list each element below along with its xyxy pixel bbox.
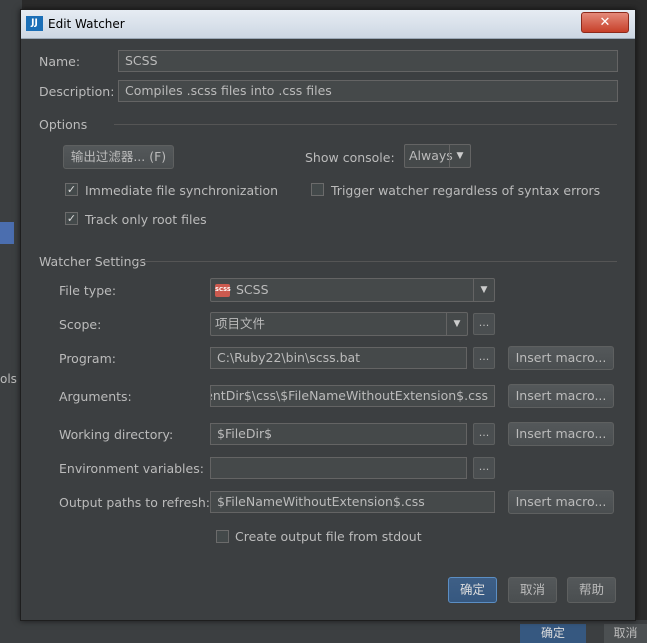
create-output-label: Create output file from stdout — [235, 529, 422, 544]
ide-selection-strip — [0, 222, 14, 244]
options-separator — [114, 124, 617, 125]
chevron-down-icon: ▼ — [449, 145, 470, 167]
edit-watcher-dialog: JJ Edit Watcher ✕ Name: SCSS Description… — [20, 9, 636, 621]
trigger-regardless-checkbox[interactable] — [311, 183, 324, 196]
program-insert-macro-button[interactable]: Insert macro... — [508, 346, 614, 370]
arguments-field[interactable]: arentDir$\css\$FileNameWithoutExtension$… — [210, 385, 495, 407]
program-browse-button[interactable]: ... — [473, 347, 495, 369]
working-directory-insert-macro-button[interactable]: Insert macro... — [508, 422, 614, 446]
show-console-select[interactable]: Always ▼ — [404, 144, 471, 168]
working-directory-label: Working directory: — [59, 427, 174, 442]
working-directory-field[interactable]: $FileDir$ — [210, 423, 467, 445]
output-paths-label: Output paths to refresh: — [59, 495, 210, 510]
watcher-settings-separator — [137, 261, 617, 262]
immediate-sync-checkbox[interactable]: ✓ — [65, 183, 78, 196]
watcher-settings-header: Watcher Settings — [39, 254, 146, 269]
ok-button[interactable]: 确定 — [448, 577, 497, 603]
track-root-label: Track only root files — [85, 212, 207, 227]
create-output-checkbox[interactable] — [216, 530, 229, 543]
dialog-title: Edit Watcher — [48, 17, 125, 31]
scope-label: Scope: — [59, 317, 102, 332]
file-type-label: File type: — [59, 283, 117, 298]
help-button[interactable]: 帮助 — [567, 577, 616, 603]
program-field[interactable]: C:\Ruby22\bin\scss.bat — [210, 347, 467, 369]
working-directory-browse-button[interactable]: ... — [473, 423, 495, 445]
file-type-select[interactable]: SCSS SCSS ▼ — [210, 278, 495, 302]
arguments-insert-macro-button[interactable]: Insert macro... — [508, 384, 614, 408]
close-button[interactable]: ✕ — [581, 12, 629, 33]
scope-select[interactable]: 项目文件 ▼ — [210, 312, 468, 336]
ide-background-text: ols — [0, 372, 17, 386]
output-paths-field[interactable]: $FileNameWithoutExtension$.css — [210, 491, 495, 513]
background-cancel-button[interactable]: 取消 — [604, 624, 647, 643]
intellij-app-icon: JJ — [26, 16, 43, 31]
scss-file-icon: SCSS — [215, 284, 231, 297]
description-label: Description: — [39, 84, 115, 99]
name-field[interactable]: SCSS — [118, 50, 618, 72]
environment-variables-field[interactable] — [210, 457, 467, 479]
arguments-label: Arguments: — [59, 389, 132, 404]
dialog-titlebar[interactable]: JJ Edit Watcher ✕ — [21, 10, 635, 39]
scope-browse-button[interactable]: ... — [473, 313, 495, 335]
cancel-button[interactable]: 取消 — [508, 577, 557, 603]
ide-background-panel — [0, 0, 22, 643]
immediate-sync-label: Immediate file synchronization — [85, 183, 279, 198]
arguments-value: arentDir$\css\$FileNameWithoutExtension$… — [210, 388, 488, 403]
scope-value: 项目文件 — [215, 316, 266, 331]
chevron-down-icon: ▼ — [473, 279, 494, 301]
track-root-checkbox[interactable]: ✓ — [65, 212, 78, 225]
chevron-down-icon: ▼ — [446, 313, 467, 335]
description-field[interactable]: Compiles .scss files into .css files — [118, 80, 618, 102]
name-label: Name: — [39, 54, 81, 69]
options-header: Options — [39, 117, 88, 132]
show-console-label: Show console: — [305, 150, 395, 165]
show-console-value: Always — [409, 148, 453, 163]
environment-variables-label: Environment variables: — [59, 461, 204, 476]
program-label: Program: — [59, 351, 116, 366]
output-paths-insert-macro-button[interactable]: Insert macro... — [508, 490, 614, 514]
environment-variables-browse-button[interactable]: ... — [473, 457, 495, 479]
file-type-value: SCSS — [236, 282, 269, 297]
output-filters-button[interactable]: 输出过滤器... (F) — [63, 145, 174, 169]
background-ok-button[interactable]: 确定 — [520, 624, 586, 643]
trigger-regardless-label: Trigger watcher regardless of syntax err… — [331, 183, 601, 198]
